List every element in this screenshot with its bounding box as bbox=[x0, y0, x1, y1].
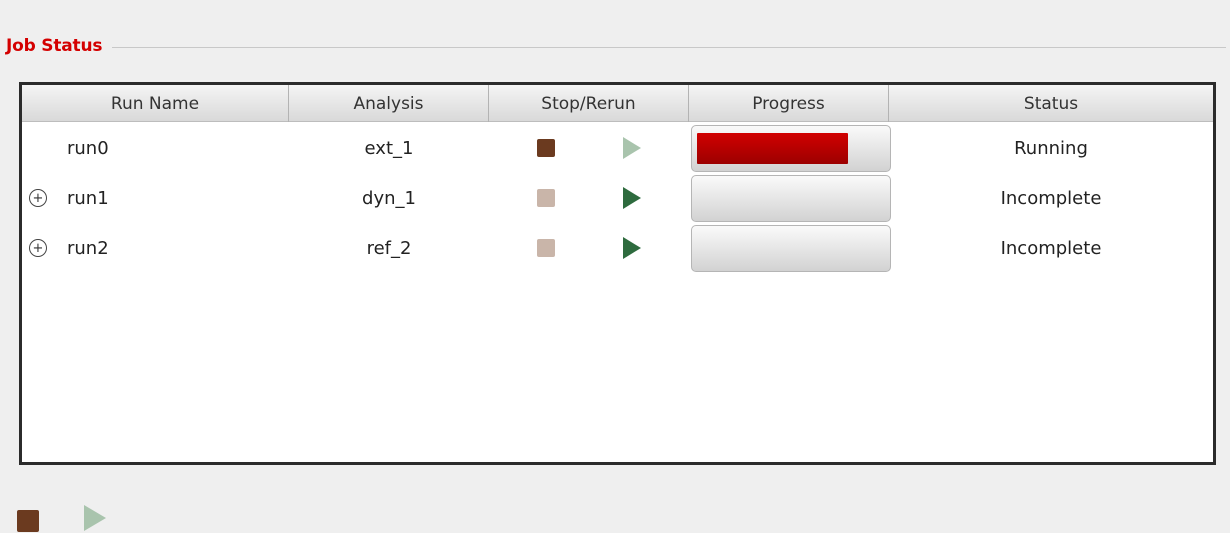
table-row[interactable]: run0 ext_1 Running bbox=[22, 123, 1213, 173]
stop-all-button[interactable] bbox=[17, 510, 39, 532]
rerun-button[interactable] bbox=[623, 137, 641, 159]
table-row[interactable]: + run2 ref_2 Incomplete bbox=[22, 223, 1213, 273]
status-cell: Incomplete bbox=[1000, 237, 1102, 259]
status-cell: Running bbox=[1014, 137, 1088, 159]
progress-bar-fill bbox=[697, 133, 848, 164]
run-name-cell: run2 bbox=[67, 237, 109, 259]
panel-title: Job Status bbox=[6, 36, 107, 56]
panel-title-divider bbox=[112, 47, 1226, 48]
analysis-cell: ref_2 bbox=[366, 237, 412, 259]
job-status-table: Run Name Analysis Stop/Rerun Progress St… bbox=[19, 82, 1216, 465]
stop-run-button[interactable] bbox=[537, 189, 555, 207]
rerun-all-button[interactable] bbox=[84, 505, 106, 531]
progress-bar bbox=[691, 175, 891, 222]
expand-row-icon[interactable]: + bbox=[29, 239, 47, 257]
progress-bar bbox=[691, 225, 891, 272]
run-name-cell: run1 bbox=[67, 187, 109, 209]
column-header-progress[interactable]: Progress bbox=[689, 85, 889, 122]
column-header-status[interactable]: Status bbox=[889, 85, 1213, 122]
status-cell: Incomplete bbox=[1000, 187, 1102, 209]
column-header-stop-rerun[interactable]: Stop/Rerun bbox=[489, 85, 689, 122]
table-row[interactable]: + run1 dyn_1 Incomplete bbox=[22, 173, 1213, 223]
table-header: Run Name Analysis Stop/Rerun Progress St… bbox=[22, 85, 1213, 122]
run-name-cell: run0 bbox=[67, 137, 109, 159]
rerun-button[interactable] bbox=[623, 237, 641, 259]
rerun-button[interactable] bbox=[623, 187, 641, 209]
progress-bar bbox=[691, 125, 891, 172]
stop-run-button[interactable] bbox=[537, 139, 555, 157]
column-header-run-name[interactable]: Run Name bbox=[22, 85, 289, 122]
analysis-cell: ext_1 bbox=[364, 137, 414, 159]
analysis-cell: dyn_1 bbox=[362, 187, 416, 209]
column-header-analysis[interactable]: Analysis bbox=[289, 85, 489, 122]
expand-row-icon[interactable]: + bbox=[29, 189, 47, 207]
stop-run-button[interactable] bbox=[537, 239, 555, 257]
